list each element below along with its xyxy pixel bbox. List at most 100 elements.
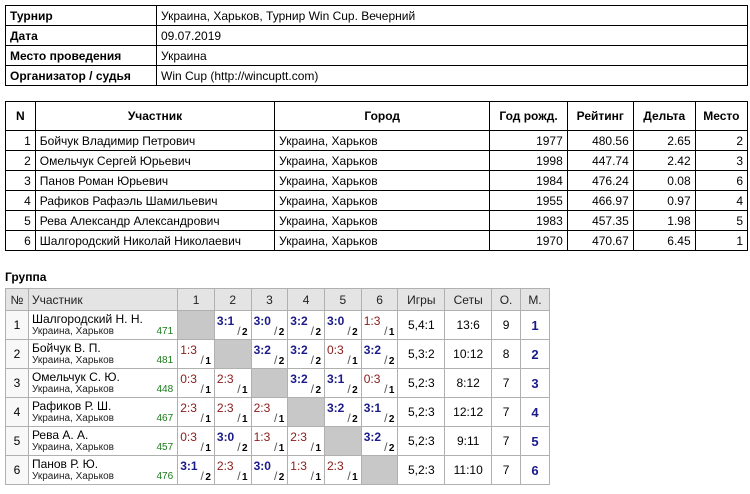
player-name[interactable]: Омельчук С. Ю. [32, 371, 174, 384]
player-name[interactable]: Шалгородский Н. Н. [32, 313, 174, 326]
group-points: 7 [491, 397, 521, 427]
match-points: 1 [352, 472, 358, 483]
slash-mark: / [237, 382, 241, 396]
slash-mark: / [237, 411, 241, 425]
slash-mark: / [273, 411, 278, 425]
match-score-cell[interactable]: 3:2/2 [324, 397, 362, 427]
participant-cell: Украина, Харьков [274, 210, 491, 231]
participant-row: 5 Рева Александр Александрович Украина, Ха… [5, 210, 749, 231]
group-header: М. [519, 288, 551, 311]
player-name[interactable]: Панов Р. Ю. [32, 458, 174, 471]
match-score-cell[interactable]: 3:2/2 [360, 339, 399, 369]
match-score-cell[interactable]: 3:0/2 [250, 310, 289, 340]
participants-header: N [5, 101, 36, 131]
player-city: Украина, Харьков [31, 442, 114, 453]
match-score-cell[interactable]: 0:3/1 [177, 368, 215, 398]
match-points: 2 [388, 443, 395, 454]
group-row: 5 Рева А. А. Украина, Харьков 457 0:3/1 3:0/2… [5, 426, 551, 456]
match-score-cell[interactable]: 2:3/1 [287, 426, 325, 456]
match-score-cell[interactable]: 2:3/1 [177, 397, 215, 427]
match-score-cell[interactable]: 0:3/1 [177, 426, 215, 456]
match-score-cell[interactable]: 1:3/1 [287, 455, 325, 485]
slash-mark: / [347, 382, 351, 396]
player-name[interactable]: Бойчук В. П. [32, 342, 174, 355]
group-sets: 12:12 [444, 397, 493, 427]
match-score-cell[interactable]: 2:3/1 [213, 455, 252, 485]
match-score-cell[interactable]: 3:0/2 [324, 310, 362, 340]
group-games: 5,2:3 [397, 397, 446, 427]
participant-cell: 6.45 [632, 230, 696, 251]
group-place: 1 [519, 310, 551, 340]
match-score-cell[interactable]: 3:2/2 [287, 310, 325, 340]
participant-cell: 1984 [489, 170, 568, 191]
match-score: 2:3 [253, 401, 271, 415]
slash-mark: / [237, 469, 241, 483]
slash-mark: / [200, 353, 204, 367]
match-points: 1 [278, 443, 285, 454]
group-place: 3 [519, 368, 551, 398]
match-score-cell[interactable]: 3:2/2 [287, 368, 325, 398]
match-score: 3:2 [290, 343, 308, 357]
participant-cell: 457.35 [566, 210, 634, 231]
match-score-cell[interactable]: 3:1/2 [324, 368, 362, 398]
match-score-cell[interactable]: 3:2/2 [287, 339, 325, 369]
info-value: Win Cup (http://wincuptt.com) [156, 65, 748, 86]
participant-cell: Шалгородский Николай Николаевич [34, 230, 276, 251]
slash-mark: / [347, 469, 351, 483]
group-points: 9 [491, 310, 521, 340]
slash-mark: / [273, 469, 278, 483]
player-name[interactable]: Рева А. А. [32, 429, 174, 442]
match-score-cell[interactable]: 3:2/2 [360, 426, 399, 456]
participants-header: Место [694, 101, 749, 131]
participant-cell: 6 [694, 170, 749, 191]
participant-cell: Украина, Харьков [274, 130, 491, 151]
match-points: 1 [205, 443, 211, 454]
group-sets: 11:10 [444, 455, 493, 485]
group-row: 2 Бойчук В. П. Украина, Харьков 481 1:3/1 3:2… [5, 339, 551, 369]
participant-cell: 1983 [489, 210, 568, 231]
group-points: 8 [491, 339, 521, 369]
match-score-cell[interactable]: 0:3/1 [360, 368, 399, 398]
match-score-cell[interactable]: 1:3/1 [360, 310, 399, 340]
match-score-cell[interactable]: 3:0/2 [250, 455, 289, 485]
match-score-cell[interactable]: 2:3/1 [213, 368, 252, 398]
participant-cell: 1955 [489, 190, 568, 211]
info-key: Дата [5, 25, 157, 46]
participant-row: 2 Омельчук Сергей Юрьевич Украина, Харьков… [5, 150, 749, 171]
match-points: 2 [242, 443, 248, 454]
player-name[interactable]: Рафиков Р. Ш. [32, 400, 174, 413]
match-score-cell[interactable]: 3:2/2 [250, 339, 289, 369]
match-score-cell[interactable]: 3:1/2 [177, 455, 215, 485]
match-score: 1:3 [180, 343, 197, 357]
match-score-cell[interactable]: 1:3/1 [250, 426, 289, 456]
match-score-cell[interactable]: 3:1/2 [213, 310, 252, 340]
match-score: 3:1 [180, 459, 198, 473]
slash-mark: / [384, 353, 388, 367]
match-score-cell[interactable]: 2:3/1 [250, 397, 289, 427]
match-score-cell[interactable]: 0:3/1 [324, 339, 362, 369]
player-city: Украина, Харьков [31, 471, 114, 482]
group-games: 5,4:1 [397, 310, 446, 340]
group-points: 7 [491, 426, 521, 456]
match-score-cell[interactable]: 1:3/1 [177, 339, 215, 369]
match-points: 1 [388, 327, 395, 338]
match-points: 1 [205, 414, 211, 425]
participant-cell: 1 [694, 230, 749, 251]
diagonal-cell [324, 426, 362, 456]
participant-cell: 4 [5, 190, 36, 211]
match-points: 2 [205, 472, 211, 483]
match-score-cell[interactable]: 2:3/1 [324, 455, 362, 485]
participant-cell: Рафиков Рафаэль Шамильевич [34, 190, 276, 211]
group-header: № [5, 288, 29, 311]
match-score-cell[interactable]: 3:1/2 [360, 397, 399, 427]
participant-cell: 4 [694, 190, 749, 211]
group-games: 5,2:3 [397, 426, 446, 456]
participant-cell: 2.42 [632, 150, 696, 171]
participant-cell: Бойчук Владимир Петрович [34, 130, 276, 151]
match-score: 3:2 [290, 314, 308, 328]
match-score: 2:3 [216, 401, 234, 415]
match-points: 2 [352, 385, 358, 396]
match-score-cell[interactable]: 2:3/1 [213, 397, 252, 427]
slash-mark: / [200, 440, 204, 454]
match-score-cell[interactable]: 3:0/2 [213, 426, 252, 456]
